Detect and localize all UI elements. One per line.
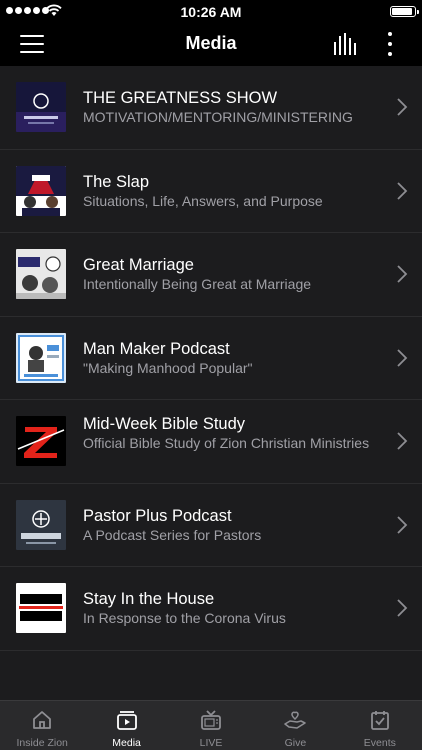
status-bar: 10:26 AM [0, 0, 422, 22]
more-options-button[interactable] [380, 30, 400, 58]
media-item-subtitle: In Response to the Corona Virus [83, 610, 286, 626]
tab-label: Events [363, 737, 396, 749]
zion-logo-thumbnail [16, 416, 66, 466]
tab-events[interactable]: Events [338, 701, 422, 750]
media-item-title: Stay In the House [83, 590, 215, 608]
media-item-title: Great Marriage [83, 256, 194, 274]
the-slap-thumbnail [16, 165, 66, 216]
tab-media[interactable]: Media [84, 701, 168, 750]
chevron-right-icon [397, 432, 408, 450]
stay-in-the-house-thumbnail [16, 583, 66, 633]
navigation-bar: Media [0, 22, 422, 66]
media-item-subtitle: MOTIVATION/MENTORING/MINISTERING [83, 109, 353, 125]
media-item-the-slap[interactable]: The Slap Situations, Life, Answers, and … [0, 150, 422, 233]
chevron-right-icon [397, 348, 408, 367]
media-list: THE GREATNESS SHOW MOTIVATION/MENTORING/… [0, 66, 422, 700]
media-item-title: THE GREATNESS SHOW [83, 89, 278, 107]
tab-label: Media [112, 737, 141, 749]
tab-live[interactable]: LIVE [169, 701, 253, 750]
chevron-right-icon [397, 599, 408, 617]
status-time: 10:26 AM [180, 4, 242, 20]
media-item-title: Man Maker Podcast [83, 339, 230, 358]
chevron-right-icon [397, 98, 408, 116]
media-item-mid-week-bible-study[interactable]: Mid-Week Bible Study Official Bible Stud… [0, 400, 422, 484]
media-item-subtitle: Situations, Life, Answers, and Purpose [83, 192, 323, 209]
audio-bars-icon[interactable] [333, 33, 357, 55]
calendar-check-icon [370, 711, 389, 730]
chevron-right-icon [397, 181, 408, 200]
give-icon [284, 711, 307, 729]
chevron-right-icon [397, 265, 408, 283]
media-item-title: Mid-Week Bible Study [83, 415, 246, 433]
pastor-plus-podcast-thumbnail [16, 499, 66, 550]
media-item-subtitle: A Podcast Series for Pastors [83, 526, 262, 543]
media-item-title: The Slap [83, 172, 150, 191]
tab-label: Inside Zion [16, 737, 68, 749]
chevron-right-icon [397, 515, 408, 534]
media-item-subtitle: Official Bible Study of Zion Christian M… [83, 435, 370, 451]
media-item-man-maker-podcast[interactable]: Man Maker Podcast "Making Manhood Popula… [0, 317, 422, 400]
hamburger-menu-button[interactable] [20, 35, 44, 53]
home-icon [33, 711, 52, 729]
media-item-stay-in-the-house[interactable]: Stay In the House In Response to the Cor… [0, 567, 422, 651]
tab-give[interactable]: Give [253, 701, 337, 750]
battery-icon [390, 6, 419, 17]
media-item-title: Pastor Plus Podcast [83, 506, 232, 525]
tab-inside-zion[interactable]: Inside Zion [0, 701, 84, 750]
tab-label: LIVE [199, 737, 223, 749]
media-item-subtitle: Intentionally Being Great at Marriage [83, 276, 312, 292]
page-title: Media [185, 33, 237, 53]
tv-icon [201, 710, 221, 730]
tab-label: Give [284, 737, 307, 749]
media-item-greatness-show[interactable]: THE GREATNESS SHOW MOTIVATION/MENTORING/… [0, 66, 422, 150]
media-item-pastor-plus-podcast[interactable]: Pastor Plus Podcast A Podcast Series for… [0, 484, 422, 567]
media-item-subtitle: "Making Manhood Popular" [83, 359, 253, 376]
media-icon [116, 711, 137, 730]
tab-bar: Inside Zion Media LIVE Give Events [0, 700, 422, 750]
media-item-great-marriage[interactable]: Great Marriage Intentionally Being Great… [0, 233, 422, 317]
man-maker-podcast-thumbnail [16, 332, 66, 383]
great-marriage-thumbnail [16, 249, 66, 299]
greatness-show-thumbnail [16, 82, 66, 132]
